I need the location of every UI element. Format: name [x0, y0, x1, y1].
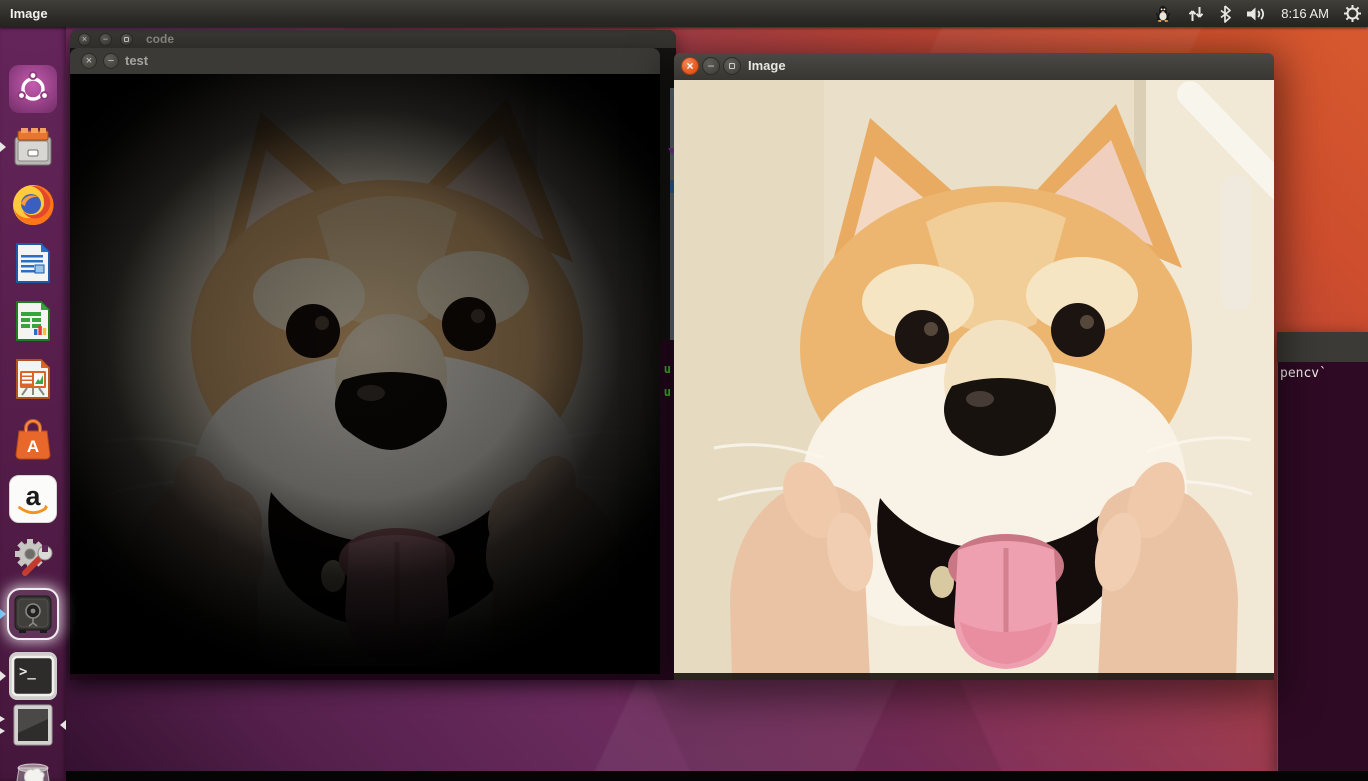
wallpaper-bottom-edge [0, 771, 1368, 781]
launcher-item-terminal[interactable]: >_ [0, 652, 57, 700]
launcher-item-calc[interactable] [9, 297, 57, 345]
maximize-icon[interactable] [120, 33, 133, 46]
vault-safe-icon [14, 595, 52, 633]
launcher-item-screenshot[interactable] [0, 701, 66, 749]
background-terminal-window[interactable]: pencv` [1277, 332, 1368, 773]
network-arrows-icon[interactable] [1187, 5, 1205, 23]
svg-text:a: a [26, 481, 42, 511]
unity-launcher: A a >_ [0, 27, 66, 781]
minimize-icon[interactable]: − [702, 57, 720, 75]
files-cabinet-icon [14, 128, 52, 166]
test-titlebar[interactable]: × − test [70, 48, 660, 74]
clock[interactable]: 8:16 AM [1281, 6, 1329, 21]
launcher-item-amazon[interactable]: a [9, 475, 57, 523]
launcher-item-dash[interactable] [9, 65, 57, 113]
minimize-icon[interactable]: − [99, 33, 112, 46]
close-icon[interactable]: × [78, 33, 91, 46]
desktop: pencv` × − code u u × − test × − Image A… [0, 0, 1368, 781]
test-window-title: test [125, 53, 149, 68]
launcher-item-impress[interactable] [9, 355, 57, 403]
prompt-char: u [663, 385, 671, 399]
bluetooth-icon[interactable] [1219, 4, 1232, 23]
trash-icon [16, 763, 50, 781]
active-app-title: Image [10, 6, 48, 21]
image-window-title: Image [748, 58, 786, 73]
top-panel: Image 8:16 AM [0, 0, 1368, 27]
launcher-item-software[interactable]: A [9, 415, 57, 463]
launcher-item-vault[interactable] [0, 588, 59, 640]
terminal-icon: >_ [11, 655, 55, 697]
ubuntu-logo-icon [17, 71, 49, 101]
terminal-body[interactable]: pencv` [1277, 362, 1368, 773]
prompt-char: u [663, 362, 671, 376]
code-titlebar[interactable]: × − code [70, 30, 676, 48]
minimize-icon[interactable]: − [103, 53, 119, 69]
writer-icon [16, 243, 50, 283]
launcher-item-writer[interactable] [9, 239, 57, 287]
terminal-titlebar[interactable] [1277, 332, 1368, 362]
wine-tux-icon[interactable] [1153, 4, 1173, 24]
launcher-item-trash[interactable] [9, 754, 57, 781]
image-window[interactable]: × − Image [674, 53, 1274, 680]
running-indicator [0, 142, 6, 152]
settings-wrench-icon [15, 539, 53, 576]
system-tray: 8:16 AM [1153, 0, 1362, 27]
svg-text:A: A [27, 437, 39, 456]
firefox-icon [13, 184, 54, 225]
maximize-icon[interactable] [723, 57, 741, 75]
running-indicator [0, 727, 5, 734]
focused-indicator [60, 720, 66, 730]
screen-frame-icon [13, 704, 53, 746]
volume-icon[interactable] [1245, 5, 1267, 23]
image-titlebar[interactable]: × − Image [674, 53, 1274, 80]
impress-icon [16, 359, 50, 399]
code-window-title: code [146, 32, 175, 46]
launcher-item-firefox[interactable] [9, 181, 57, 229]
terminal-text: pencv` [1280, 366, 1327, 381]
close-icon[interactable]: × [81, 53, 97, 69]
launcher-item-settings[interactable] [9, 533, 57, 581]
software-bag-icon: A [15, 419, 51, 460]
svg-text:>_: >_ [19, 664, 36, 680]
running-indicator [0, 671, 6, 681]
test-image-dark-dog-photo [70, 74, 660, 674]
session-gear-icon[interactable] [1343, 4, 1362, 23]
notification-indicator [0, 609, 6, 619]
test-window[interactable]: × − test [70, 48, 660, 674]
running-indicator [0, 716, 5, 723]
amazon-icon: a [18, 481, 49, 515]
calc-icon [16, 301, 50, 341]
image-bright-dog-photo [674, 80, 1274, 680]
launcher-item-files[interactable] [0, 123, 57, 171]
close-icon[interactable]: × [681, 57, 699, 75]
vignette-overlay [70, 74, 660, 674]
